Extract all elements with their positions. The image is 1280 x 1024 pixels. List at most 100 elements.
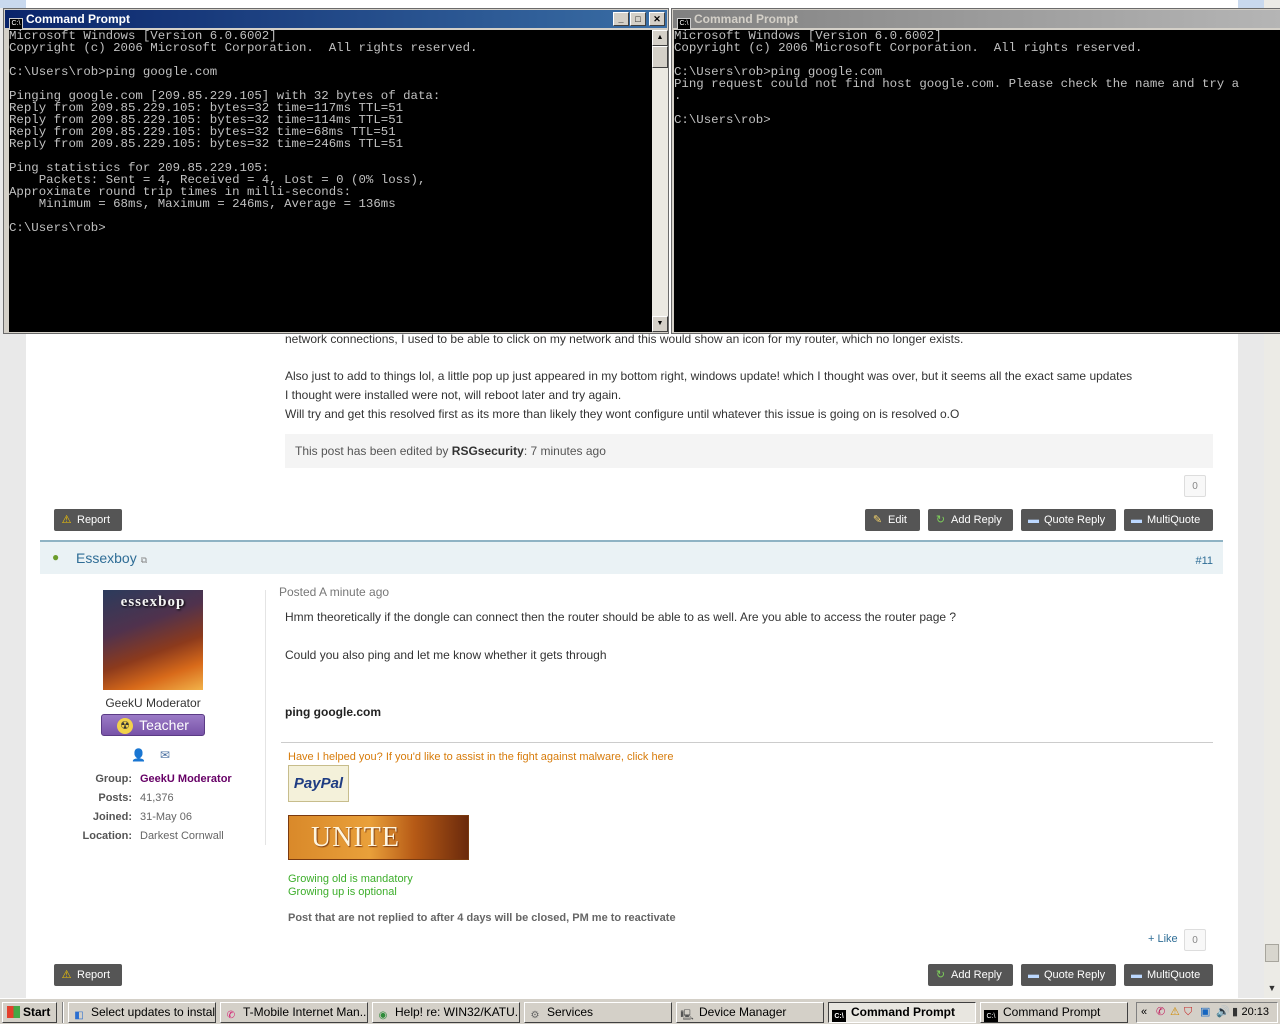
like-link[interactable]: + Like xyxy=(1148,933,1178,945)
panel-divider xyxy=(265,590,266,845)
avatar[interactable]: essexbop xyxy=(103,590,203,690)
task-chrome-help[interactable]: ◉ Help! re: WIN32/KATU... xyxy=(372,1002,520,1023)
console-line: C:\Users\rob> xyxy=(674,113,771,127)
multiquote-button[interactable]: ▬ MultiQuote xyxy=(1124,509,1213,531)
edit-label: Edit xyxy=(888,514,907,526)
device-manager-icon: 🖳 xyxy=(680,1010,694,1021)
signature-divider xyxy=(281,742,1213,743)
post-command: ping google.com xyxy=(285,705,381,719)
quote-icon: ▬ xyxy=(1028,514,1039,526)
minimize-button[interactable]: _ xyxy=(613,12,629,26)
cmd-scrollbar[interactable]: ▲ ▼ xyxy=(652,30,668,332)
unite-banner[interactable]: UNITE xyxy=(288,815,469,860)
edit-icon: ✎ xyxy=(872,514,883,526)
tmobile-tray-icon[interactable]: ✆ xyxy=(1156,1003,1165,1022)
console-line: . xyxy=(674,89,682,103)
add-reply-button[interactable]: ↻ Add Reply xyxy=(928,964,1013,986)
paypal-button[interactable]: PayPal xyxy=(288,765,349,802)
task-label: Device Manager xyxy=(699,1005,787,1019)
edited-notice: This post has been edited by RSGsecurity… xyxy=(285,434,1213,468)
scroll-down-arrow-icon[interactable]: ▼ xyxy=(652,316,668,332)
post-body-line: Hmm theoretically if the dongle can conn… xyxy=(285,610,957,624)
clock[interactable]: 20:13 xyxy=(1241,1003,1269,1022)
report-button[interactable]: ⚠ Report xyxy=(54,509,122,531)
console-line: C:\Users\rob> xyxy=(9,221,106,235)
warning-icon: ⚠ xyxy=(61,514,72,526)
warning-icon: ⚠ xyxy=(61,969,72,981)
like-count-badge: 0 xyxy=(1184,475,1206,497)
help-link[interactable]: Have I helped you? If you'd like to assi… xyxy=(288,751,673,763)
cmd-title: Command Prompt xyxy=(694,12,799,26)
edited-time: : 7 minutes ago xyxy=(523,444,606,458)
network-icon[interactable]: ▣ xyxy=(1200,1003,1210,1022)
start-button[interactable]: Start xyxy=(2,1002,57,1023)
scroll-up-arrow-icon[interactable]: ▲ xyxy=(652,30,668,46)
multiquote-label: MultiQuote xyxy=(1147,969,1201,981)
unite-label: UNITE xyxy=(311,822,400,853)
post-text-line: I thought were installed were not, will … xyxy=(285,388,622,402)
location-value: Darkest Cornwall xyxy=(140,830,224,842)
scroll-down-arrow-icon[interactable]: ▼ xyxy=(1265,980,1279,996)
quote-reply-button[interactable]: ▬ Quote Reply xyxy=(1021,964,1116,986)
task-select-updates[interactable]: ◧ Select updates to install xyxy=(68,1002,216,1023)
console-line: Copyright (c) 2006 Microsoft Corporation… xyxy=(674,41,1143,55)
add-reply-button[interactable]: ↻ Add Reply xyxy=(928,509,1013,531)
chrome-icon: ◉ xyxy=(378,1010,388,1021)
console-line: C:\Users\rob>ping google.com xyxy=(9,65,218,79)
edit-button[interactable]: ✎ Edit xyxy=(865,509,920,531)
volume-icon[interactable]: 🔊 xyxy=(1216,1003,1230,1022)
group-label: Group: xyxy=(95,773,132,785)
badge-label: Teacher xyxy=(139,717,189,733)
post-text-line: Will try and get this resolved first as … xyxy=(285,407,960,421)
posts-label: Posts: xyxy=(98,792,132,804)
task-label: Command Prompt xyxy=(1003,1005,1101,1019)
task-device-manager[interactable]: 🖳 Device Manager xyxy=(676,1002,824,1023)
location-label: Location: xyxy=(82,830,133,842)
signature-notice: Post that are not replied to after 4 day… xyxy=(288,912,676,924)
add-reply-label: Add Reply xyxy=(951,514,1002,526)
task-tmobile[interactable]: ✆ T-Mobile Internet Man... xyxy=(220,1002,368,1023)
security-alert-icon[interactable]: ⛉ xyxy=(1184,1003,1192,1022)
quote-reply-button[interactable]: ▬ Quote Reply xyxy=(1021,509,1116,531)
cmd-console-output[interactable]: Microsoft Windows [Version 6.0.6002] Copy… xyxy=(674,30,1280,332)
add-reply-label: Add Reply xyxy=(951,969,1002,981)
console-line: Minimum = 68ms, Maximum = 246ms, Average… xyxy=(9,197,396,211)
avatar-text: essexbop xyxy=(120,594,186,610)
cmd-window-active[interactable]: C:\ Command Prompt _ □ ✕ Microsoft Window… xyxy=(3,8,669,334)
windows-update-icon: ◧ xyxy=(74,1010,84,1021)
posted-time: Posted A minute ago xyxy=(279,585,390,599)
task-command-prompt[interactable]: C:\ Command Prompt xyxy=(980,1002,1128,1023)
cmd-console-output[interactable]: Microsoft Windows [Version 6.0.6002] Copy… xyxy=(9,30,652,332)
close-button[interactable]: ✕ xyxy=(649,12,665,26)
report-button[interactable]: ⚠ Report xyxy=(54,964,122,986)
scrollbar-thumb[interactable] xyxy=(1265,944,1279,962)
author-name: Essexboy xyxy=(76,550,137,566)
cmd-titlebar[interactable]: C:\ Command Prompt xyxy=(673,10,1280,30)
multiquote-button[interactable]: ▬ MultiQuote xyxy=(1124,964,1213,986)
update-warning-icon[interactable]: ⚠ xyxy=(1170,1003,1180,1022)
cmd-window-inactive[interactable]: C:\ Command Prompt Microsoft Windows [Ver… xyxy=(671,8,1280,334)
maximize-button[interactable]: □ xyxy=(630,12,646,26)
group-value: GeekU Moderator xyxy=(140,773,232,785)
cmd-title: Command Prompt xyxy=(26,12,131,26)
post-number-link[interactable]: #11 xyxy=(1195,555,1213,567)
quote-reply-label: Quote Reply xyxy=(1044,969,1106,981)
edited-by-user[interactable]: RSGsecurity xyxy=(452,444,524,458)
task-label: T-Mobile Internet Man... xyxy=(243,1005,368,1019)
quote-icon: ▬ xyxy=(1028,969,1039,981)
multiquote-icon: ▬ xyxy=(1131,969,1142,981)
cmd-titlebar[interactable]: C:\ Command Prompt xyxy=(5,10,667,30)
console-line: Reply from 209.85.229.105: bytes=32 time… xyxy=(9,137,404,151)
power-icon[interactable]: ▮ xyxy=(1232,1003,1238,1022)
message-icon[interactable]: ✉ xyxy=(160,748,170,762)
services-icon: ⚙ xyxy=(530,1010,540,1021)
signature-line: Growing old is mandatory xyxy=(288,873,413,885)
paypal-label: PayPal xyxy=(293,775,344,792)
task-services[interactable]: ⚙ Services xyxy=(524,1002,672,1023)
scrollbar-thumb[interactable] xyxy=(652,46,668,68)
profile-icon[interactable]: 👤 xyxy=(131,748,146,762)
tray-expand-chevron-icon[interactable]: « xyxy=(1141,1003,1147,1022)
author-name-link[interactable]: Essexboy ⧉ xyxy=(76,550,147,566)
task-command-prompt-active[interactable]: C:\ Command Prompt xyxy=(828,1002,976,1023)
user-icon: ● xyxy=(52,550,60,564)
